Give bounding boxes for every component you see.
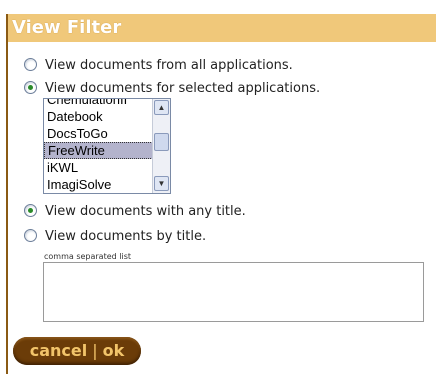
view-filter-dialog: View Filter View documents from all appl… <box>0 0 436 374</box>
list-item[interactable]: ChemulationII <box>44 99 153 108</box>
option-selected-applications[interactable]: View documents for selected applications… <box>24 79 320 99</box>
list-item[interactable]: DocsToGo <box>44 125 153 142</box>
option-all-applications-label: View documents from all applications. <box>45 58 293 73</box>
option-selected-applications-label: View documents for selected applications… <box>45 81 321 96</box>
option-any-title[interactable]: View documents with any title. <box>24 202 246 222</box>
list-item[interactable]: Datebook <box>44 108 153 125</box>
scroll-thumb[interactable] <box>154 133 169 151</box>
button-separator: | <box>92 341 98 360</box>
radio-selected-applications[interactable] <box>24 81 37 94</box>
radio-by-title[interactable] <box>24 229 37 242</box>
option-by-title-label: View documents by title. <box>45 229 207 244</box>
application-listbox[interactable]: ChemulationII Datebook DocsToGo FreeWrit… <box>43 98 171 194</box>
cancel-button[interactable]: cancel <box>30 337 88 365</box>
list-item[interactable]: iKWL <box>44 159 153 176</box>
listbox-scrollbar[interactable]: ▲ ▼ <box>152 99 170 193</box>
dialog-left-border <box>6 14 8 374</box>
list-item[interactable]: ImagiSolve <box>44 176 153 193</box>
radio-any-title[interactable] <box>24 204 37 217</box>
option-by-title[interactable]: View documents by title. <box>24 227 206 247</box>
option-any-title-label: View documents with any title. <box>45 204 246 219</box>
list-item-selected[interactable]: FreeWrite <box>44 142 153 159</box>
option-all-applications[interactable]: View documents from all applications. <box>24 56 293 76</box>
ok-button[interactable]: ok <box>103 337 125 365</box>
scroll-down-arrow-icon[interactable]: ▼ <box>154 176 169 191</box>
dialog-title: View Filter <box>8 14 436 42</box>
scroll-up-arrow-icon[interactable]: ▲ <box>154 100 169 115</box>
action-button-group: cancel | ok <box>13 337 141 365</box>
title-list-label: comma separated list <box>44 252 132 261</box>
title-list-textarea[interactable] <box>43 262 424 322</box>
radio-all-applications[interactable] <box>24 58 37 71</box>
application-list: ChemulationII Datebook DocsToGo FreeWrit… <box>44 99 153 193</box>
